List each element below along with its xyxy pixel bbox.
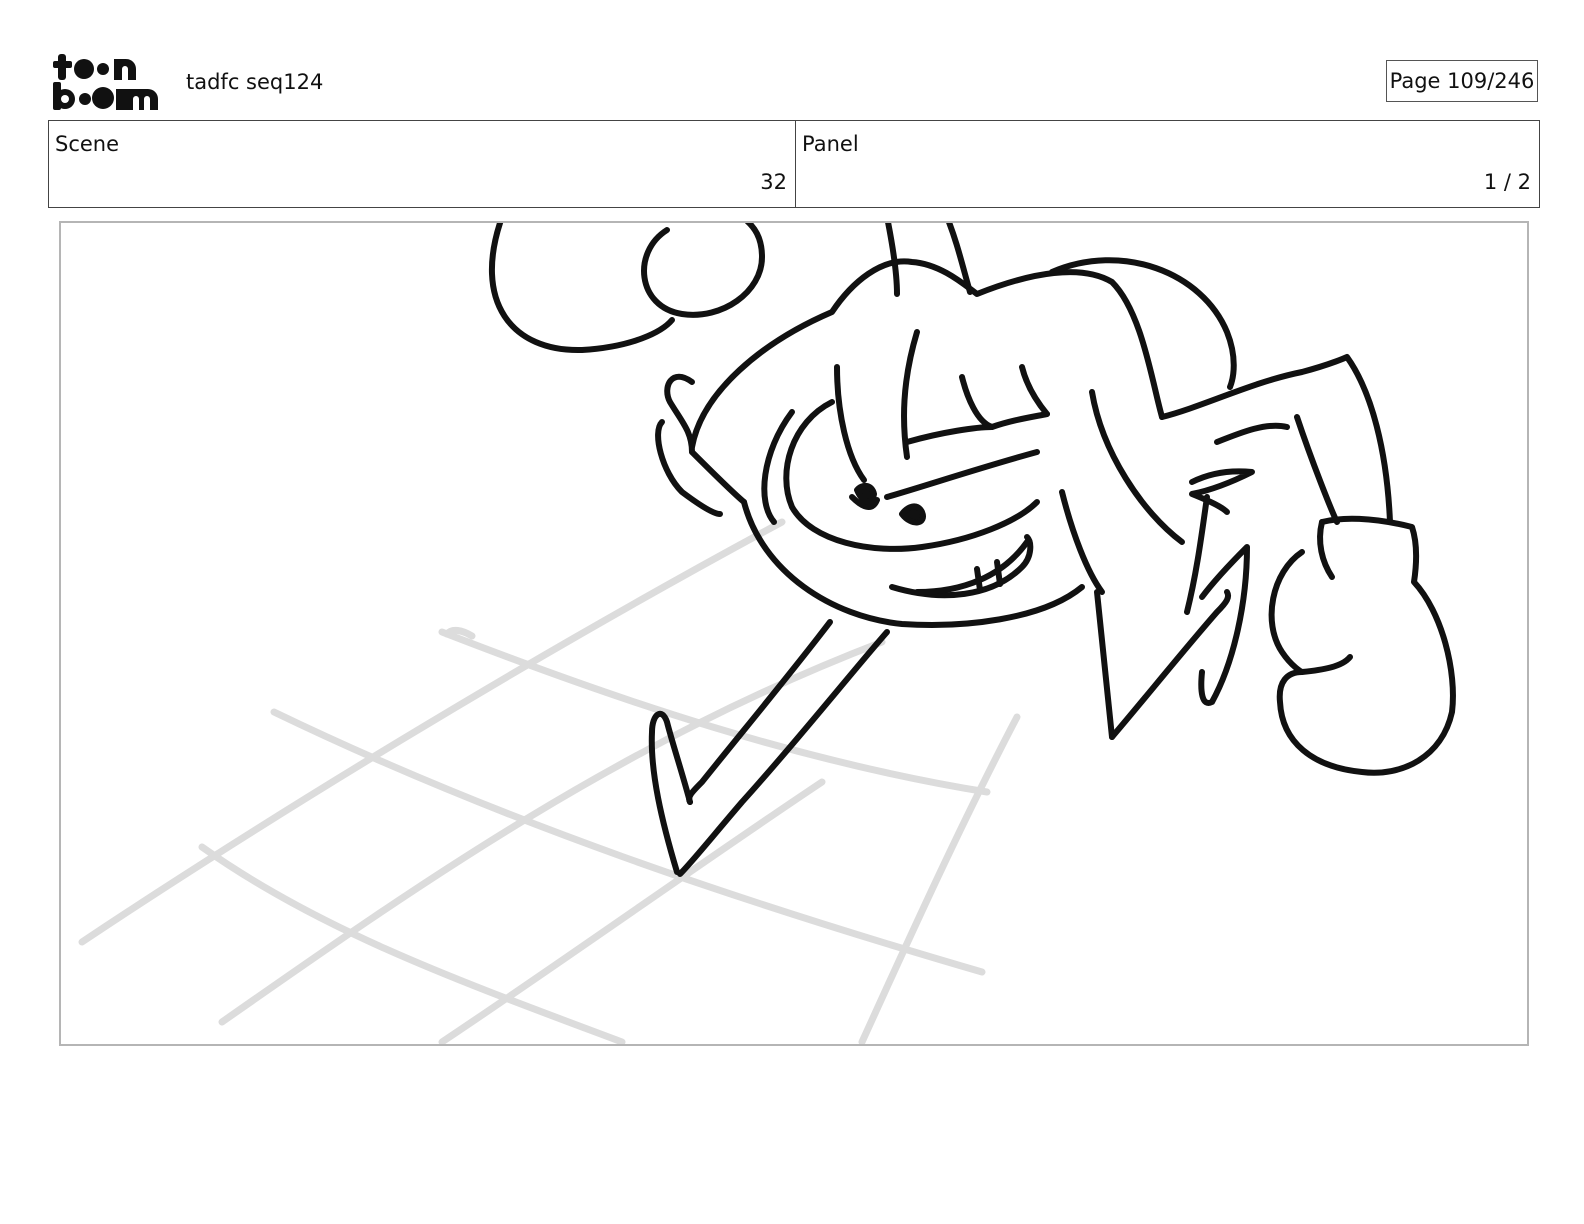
storyboard-panel-image xyxy=(59,221,1529,1046)
panel-number: 1 / 2 xyxy=(1483,170,1531,194)
scene-number: 32 xyxy=(760,170,787,194)
character-sketch xyxy=(489,223,1456,877)
sketch-drawing xyxy=(78,223,1456,1044)
toonboom-logo xyxy=(52,52,164,112)
page-indicator: Page 109/246 xyxy=(1386,60,1538,102)
project-title: tadfc seq124 xyxy=(186,70,324,94)
panel-label: Panel xyxy=(802,132,859,156)
panel-cell: Panel 1 / 2 xyxy=(796,121,1539,207)
scene-cell: Scene 32 xyxy=(49,121,796,207)
scene-panel-info-bar: Scene 32 Panel 1 / 2 xyxy=(48,120,1540,208)
scene-label: Scene xyxy=(55,132,120,156)
floor-grid xyxy=(78,518,1021,1044)
